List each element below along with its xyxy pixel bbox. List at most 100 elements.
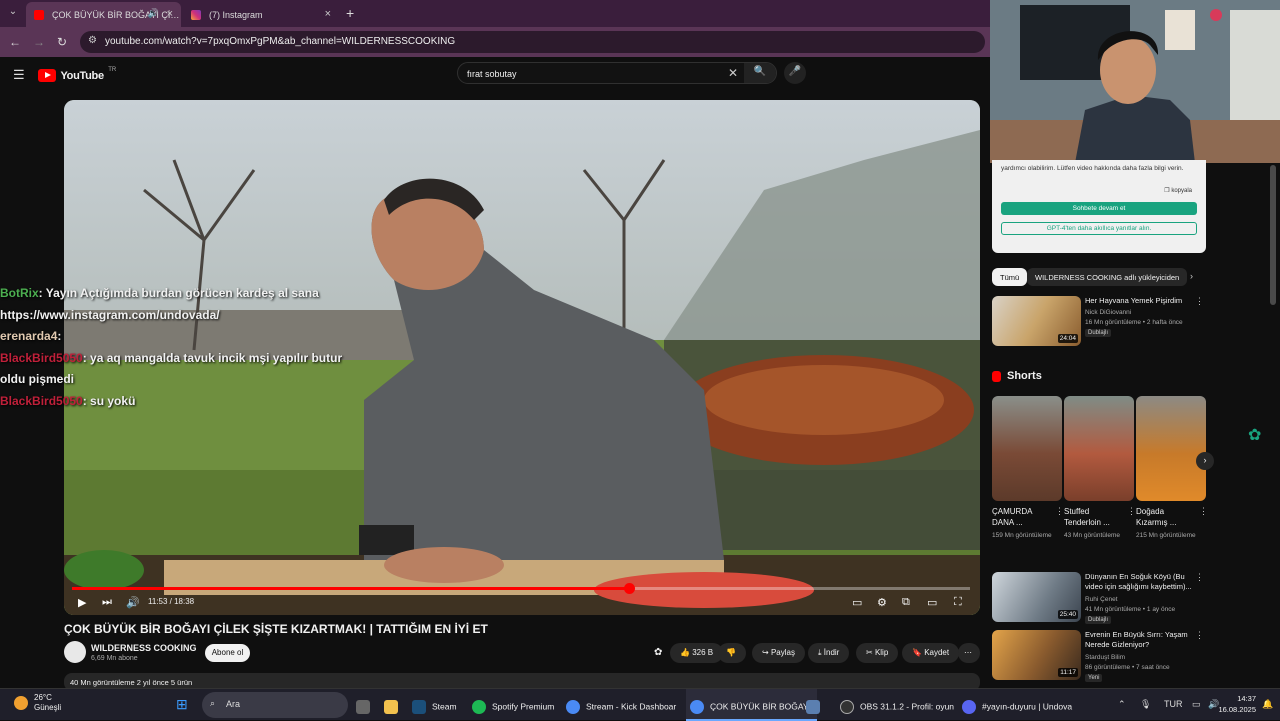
taskbar-app-kick[interactable]: Stream - Kick Dashboar (566, 689, 676, 721)
tip-icon[interactable]: ✿ (654, 647, 662, 658)
chevron-right-icon[interactable]: › (1190, 271, 1193, 281)
taskbar-app-settings[interactable] (806, 689, 826, 721)
clock-date: 16.08.2025 (1218, 705, 1256, 714)
save-button[interactable]: 🔖 Kaydet (902, 643, 960, 663)
volume-icon[interactable]: 🔊 (126, 596, 140, 609)
clock[interactable]: 14:37 16.08.2025 (1218, 693, 1256, 715)
subscribe-button[interactable]: Abone ol (205, 644, 250, 662)
channel-name[interactable]: WILDERNESS COOKING (91, 643, 197, 653)
chat-text: : Yayın Açtığımda burdan görücen kardeş … (38, 286, 319, 300)
app-label: Stream - Kick Dashboar (586, 701, 677, 712)
progress-bar[interactable] (72, 583, 970, 594)
short-thumbnail[interactable] (1064, 396, 1134, 501)
file-explorer-icon[interactable] (384, 689, 404, 721)
weather-widget[interactable]: 26°C Güneşli (14, 693, 61, 713)
network-icon[interactable]: ▭ (1192, 699, 1201, 710)
windows-start-icon[interactable]: ⊞ (176, 689, 188, 721)
back-icon[interactable]: ← (9, 35, 21, 49)
taskbar-app-youtube[interactable]: ÇOK BÜYÜK BİR BOĞAY! (686, 689, 817, 721)
fullscreen-icon[interactable]: ⛶ (954, 596, 962, 609)
more-options-icon[interactable]: ⋮ (1195, 572, 1204, 583)
more-options-icon[interactable]: ⋮ (1055, 506, 1064, 517)
channel-avatar[interactable] (64, 641, 86, 663)
clip-button[interactable]: ✂ Klip (856, 643, 899, 663)
site-info-icon[interactable]: ⚙ (88, 35, 97, 46)
subtitles-icon[interactable]: ▭ (852, 596, 862, 609)
youtube-logo[interactable]: YouTube TR (38, 67, 116, 83)
chat-text: oldu pişmedi (0, 372, 75, 386)
settings-icon[interactable]: ⚙ (877, 596, 887, 609)
short-title[interactable]: Stuffed Tenderloin ... (1064, 506, 1122, 528)
video-thumbnail[interactable]: 11:17 (992, 630, 1081, 680)
play-icon[interactable]: ▶ (78, 596, 86, 609)
short-thumbnail[interactable] (992, 396, 1062, 501)
video-thumbnail[interactable]: 24:04 (992, 296, 1081, 346)
close-tab-icon[interactable]: × (325, 8, 331, 20)
video-title[interactable]: Her Hayvana Yemek Pişirdim (1085, 296, 1197, 306)
channel-name[interactable]: Nick DiGiovanni (1085, 308, 1200, 317)
taskbar-app-obs[interactable]: OBS 31.1.2 - Profil: oyun (840, 689, 954, 721)
shorts-next-icon[interactable]: › (1196, 452, 1214, 470)
mic-tray-icon[interactable]: 🎙 (1140, 699, 1151, 710)
short-thumbnail[interactable] (1136, 396, 1206, 501)
chat-text: : (57, 329, 62, 343)
chip-uploader[interactable]: WILDERNESS COOKING adlı yükleyiciden (1027, 268, 1188, 286)
menu-icon[interactable]: ☰ (13, 67, 25, 83)
reload-icon[interactable]: ↻ (57, 35, 67, 49)
url-field[interactable]: ⚙ youtube.com/watch?v=7pxqOmxPgPM&ab_cha… (80, 31, 985, 53)
dislike-button[interactable]: 👎 (718, 643, 746, 663)
taskbar-app-spotify[interactable]: Spotify Premium (472, 689, 554, 721)
bookmark-icon: 🔖 (912, 648, 925, 657)
short-title[interactable]: Doğada Kızarmış ... (1136, 506, 1194, 528)
like-button[interactable]: 👍 326 B (670, 643, 724, 663)
chat-line: BotRix: Yayın Açtığımda burdan görücen k… (0, 283, 360, 305)
new-tab-button[interactable]: + (346, 5, 354, 21)
more-options-icon[interactable]: ⋮ (1195, 630, 1204, 641)
more-actions-icon[interactable]: ⋯ (958, 643, 980, 663)
tab-instagram[interactable]: (7) Instagram × (183, 2, 339, 27)
search-button[interactable]: 🔍 (744, 63, 776, 83)
upgrade-button[interactable]: GPT-4'ten daha akıllıca yanıtlar alın. (1001, 222, 1197, 235)
app-label: OBS 31.1.2 - Profil: oyun (860, 701, 955, 712)
theater-mode-icon[interactable]: ▭ (927, 596, 937, 609)
channel-name[interactable]: Starduşt Bilim (1085, 653, 1200, 662)
notification-icon[interactable]: 🔔 (1262, 699, 1273, 710)
continue-chat-button[interactable]: Sohbete devam et (1001, 202, 1197, 215)
progress-scrubber[interactable] (623, 583, 635, 594)
share-button[interactable]: ↪ Paylaş (752, 643, 805, 663)
video-title[interactable]: Evrenin En Büyük Sırrı: Yaşam Nerede Giz… (1085, 630, 1197, 650)
video-duration: 24:04 (1057, 334, 1078, 343)
next-icon[interactable]: ⏭ (102, 596, 112, 609)
more-options-icon[interactable]: ⋮ (1195, 296, 1204, 307)
download-button[interactable]: ⤓ İndir (808, 643, 850, 663)
tab-youtube[interactable]: ÇOK BÜYÜK BİR BOĞAYI Çİ… 🔊 × (26, 2, 181, 27)
video-thumbnail[interactable]: 25:40 (992, 572, 1081, 622)
spotify-icon (472, 700, 486, 714)
more-options-icon[interactable]: ⋮ (1127, 506, 1136, 517)
shorts-heading: Shorts (992, 370, 1042, 382)
more-options-icon[interactable]: ⋮ (1199, 506, 1208, 517)
tab-search-icon[interactable]: ⌄ (6, 6, 20, 20)
speaker-icon[interactable]: 🔊 (148, 8, 159, 19)
taskbar-app-steam[interactable]: Steam (412, 689, 457, 721)
short-title[interactable]: ÇAMURDA DANA ... (992, 506, 1050, 528)
scrollbar[interactable] (1270, 165, 1276, 305)
channel-name[interactable]: Ruhi Çenet (1085, 595, 1200, 604)
taskbar-app-discord[interactable]: #yayın-duyuru | Undova (962, 689, 1072, 721)
search-input[interactable]: fırat sobutay ✕ 🔍 (457, 62, 777, 84)
chatgpt-icon[interactable]: ✿ (1248, 425, 1261, 445)
task-view-icon[interactable] (356, 689, 376, 721)
taskbar-search[interactable]: ⌕ Ara (202, 692, 348, 718)
chip-all[interactable]: Tümü (992, 268, 1028, 286)
voice-search-icon[interactable]: 🎤 (784, 62, 806, 84)
video-title: ÇOK BÜYÜK BİR BOĞAYI ÇİLEK ŞİŞTE KIZARTM… (64, 622, 488, 636)
tray-chevron-icon[interactable]: ⌃ (1118, 699, 1126, 710)
close-tab-icon[interactable]: × (167, 8, 173, 20)
miniplayer-icon[interactable]: ⧉ (902, 596, 910, 609)
copy-label: kopyala (1171, 188, 1192, 194)
video-title[interactable]: Dünyanın En Soğuk Köyü (Bu video için sa… (1085, 572, 1197, 592)
forward-icon[interactable]: → (33, 35, 45, 49)
copy-button[interactable]: ❐ kopyala (1164, 187, 1192, 194)
language-indicator[interactable]: TUR (1164, 699, 1183, 709)
clear-search-icon[interactable]: ✕ (728, 66, 738, 80)
